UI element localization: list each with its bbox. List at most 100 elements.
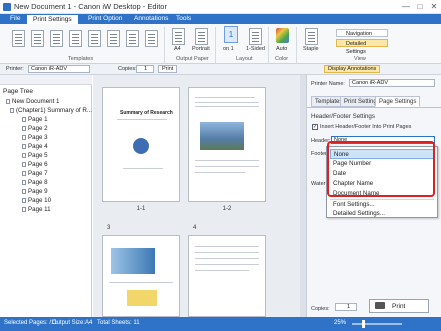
page-icon bbox=[22, 180, 26, 185]
pages-per-sheet-label[interactable]: on 1 bbox=[223, 46, 234, 52]
tree-page[interactable]: Page 11 bbox=[22, 206, 51, 213]
close-button[interactable]: ✕ bbox=[428, 1, 440, 12]
tab-annotations[interactable]: Annotations bbox=[128, 14, 174, 24]
group-label-view: View bbox=[354, 56, 366, 62]
printer-name-select[interactable]: Canon iR-ADV bbox=[349, 79, 435, 87]
text-line bbox=[195, 166, 259, 167]
separator bbox=[296, 27, 297, 63]
print-button[interactable]: Print bbox=[158, 65, 178, 73]
maximize-button[interactable]: □ bbox=[414, 1, 426, 12]
zoom-slider[interactable] bbox=[352, 323, 402, 325]
tree-page-label: Page 11 bbox=[28, 206, 51, 213]
tree-page[interactable]: Page 6 bbox=[22, 161, 48, 168]
tree-root[interactable]: New Document 1 bbox=[6, 98, 59, 105]
template-thumbnail[interactable] bbox=[126, 30, 139, 47]
orientation-label[interactable]: Portrait bbox=[192, 46, 210, 52]
page-caption: 1-1 bbox=[136, 206, 146, 212]
tab-file[interactable]: File bbox=[4, 14, 26, 24]
option-detailed-settings[interactable]: Detailed Settings... bbox=[330, 209, 434, 219]
tree-page[interactable]: Page 9 bbox=[22, 188, 48, 195]
color-icon[interactable] bbox=[276, 28, 289, 43]
page-number: 3 bbox=[107, 225, 111, 231]
tab-tools[interactable]: Tools bbox=[170, 14, 197, 24]
total-sheets-status: Total Sheets: 11 bbox=[97, 320, 140, 326]
tree-page-label: Page 9 bbox=[28, 188, 48, 195]
separator bbox=[215, 27, 216, 63]
sided-icon[interactable] bbox=[249, 28, 262, 45]
template-thumbnail[interactable] bbox=[31, 30, 44, 47]
tree-page[interactable]: Page 3 bbox=[22, 134, 48, 141]
page-thumbnail[interactable] bbox=[188, 87, 266, 202]
template-thumbnail[interactable] bbox=[145, 30, 158, 47]
tree-page-label: Page 3 bbox=[28, 134, 48, 141]
separator bbox=[268, 27, 269, 63]
text-line bbox=[195, 97, 255, 98]
printer-select[interactable]: Canon iR-ADV bbox=[28, 65, 90, 73]
page-thumbnail[interactable] bbox=[188, 235, 266, 317]
page-tree-title: Page Tree bbox=[3, 88, 33, 95]
tree-page[interactable]: Page 7 bbox=[22, 170, 48, 177]
text-line bbox=[195, 246, 259, 247]
text-line bbox=[109, 282, 173, 283]
detailed-settings-label: Detailed Settings bbox=[346, 41, 367, 55]
window-title: New Document 1 - Canon iW Desktop - Edit… bbox=[14, 2, 167, 11]
tree-page[interactable]: Page 1 bbox=[22, 116, 48, 123]
zoom-slider-thumb[interactable] bbox=[362, 320, 365, 328]
tree-page-label: Page 10 bbox=[28, 197, 52, 204]
separator bbox=[164, 27, 165, 63]
template-thumbnail[interactable] bbox=[50, 30, 63, 47]
tab-print-option[interactable]: Print Option bbox=[82, 14, 128, 24]
page-icon bbox=[22, 189, 26, 194]
sided-label[interactable]: 1-Sided bbox=[246, 46, 265, 52]
minimize-button[interactable]: — bbox=[400, 1, 412, 12]
page-icon bbox=[22, 171, 26, 176]
copies-input-pane[interactable]: 1 bbox=[335, 303, 357, 311]
text-line bbox=[195, 252, 259, 253]
color-label[interactable]: Auto bbox=[276, 46, 287, 52]
logo-image bbox=[133, 138, 149, 154]
page-thumbnail[interactable] bbox=[102, 235, 180, 317]
tree-page[interactable]: Page 10 bbox=[22, 197, 51, 204]
ribbon: Templates A4 Portrait Output Paper 1 on … bbox=[0, 24, 441, 64]
insert-checkbox[interactable]: ✓ bbox=[312, 124, 318, 130]
page-icon bbox=[22, 144, 26, 149]
tree-page[interactable]: Page 5 bbox=[22, 152, 48, 159]
display-annotations-button[interactable]: Display Annotations bbox=[324, 65, 381, 73]
page-thumbnail[interactable]: Summary of Research bbox=[102, 87, 180, 202]
selected-pages-status: Selected Pages: /11 bbox=[4, 320, 58, 326]
printer-bar: Printer: Canon iR-ADV Copies: 1 Print Di… bbox=[0, 64, 441, 75]
text-line bbox=[195, 160, 259, 161]
text-line bbox=[195, 270, 249, 271]
copies-input[interactable]: 1 bbox=[136, 65, 154, 73]
navigation-toggle[interactable]: Navigation bbox=[336, 29, 388, 37]
app-icon bbox=[3, 3, 11, 11]
template-thumbnail[interactable] bbox=[88, 30, 101, 47]
staple-label[interactable]: Staple bbox=[303, 46, 319, 52]
title-bar: New Document 1 - Canon iW Desktop - Edit… bbox=[0, 0, 441, 14]
template-thumbnail[interactable] bbox=[107, 30, 120, 47]
tree-page[interactable]: Page 4 bbox=[22, 143, 48, 150]
printer-icon bbox=[375, 302, 385, 309]
staple-icon[interactable] bbox=[305, 28, 318, 45]
orientation-icon[interactable] bbox=[195, 28, 208, 45]
pages-per-sheet-button[interactable]: 1 bbox=[224, 26, 238, 43]
tree-root-label: New Document 1 bbox=[12, 98, 60, 105]
text-line bbox=[195, 172, 245, 173]
group-label-layout: Layout bbox=[236, 56, 253, 62]
tree-page[interactable]: Page 2 bbox=[22, 125, 48, 132]
paper-size-icon[interactable] bbox=[172, 28, 185, 45]
document-icon bbox=[6, 99, 10, 104]
group-label-output-paper: Output Paper bbox=[176, 56, 209, 62]
zoom-level: 25% bbox=[334, 320, 347, 326]
ribbon-tabs: File Print Settings Print Option Annotat… bbox=[0, 14, 441, 25]
paper-size-label[interactable]: A4 bbox=[174, 46, 181, 52]
text-line bbox=[123, 168, 163, 169]
tab-page-settings[interactable]: Page Settings bbox=[375, 96, 421, 107]
tree-page[interactable]: Page 8 bbox=[22, 179, 48, 186]
detailed-settings-toggle[interactable]: Detailed Settings bbox=[336, 39, 388, 55]
section-title: Header/Footer Settings bbox=[311, 113, 375, 120]
template-thumbnail[interactable] bbox=[69, 30, 82, 47]
template-thumbnail[interactable] bbox=[12, 30, 25, 47]
tree-chapter[interactable]: (Chapter1) Summary of R... bbox=[10, 107, 92, 114]
page-view: Summary of Research 1-1 1-2 3 4 bbox=[93, 75, 305, 317]
